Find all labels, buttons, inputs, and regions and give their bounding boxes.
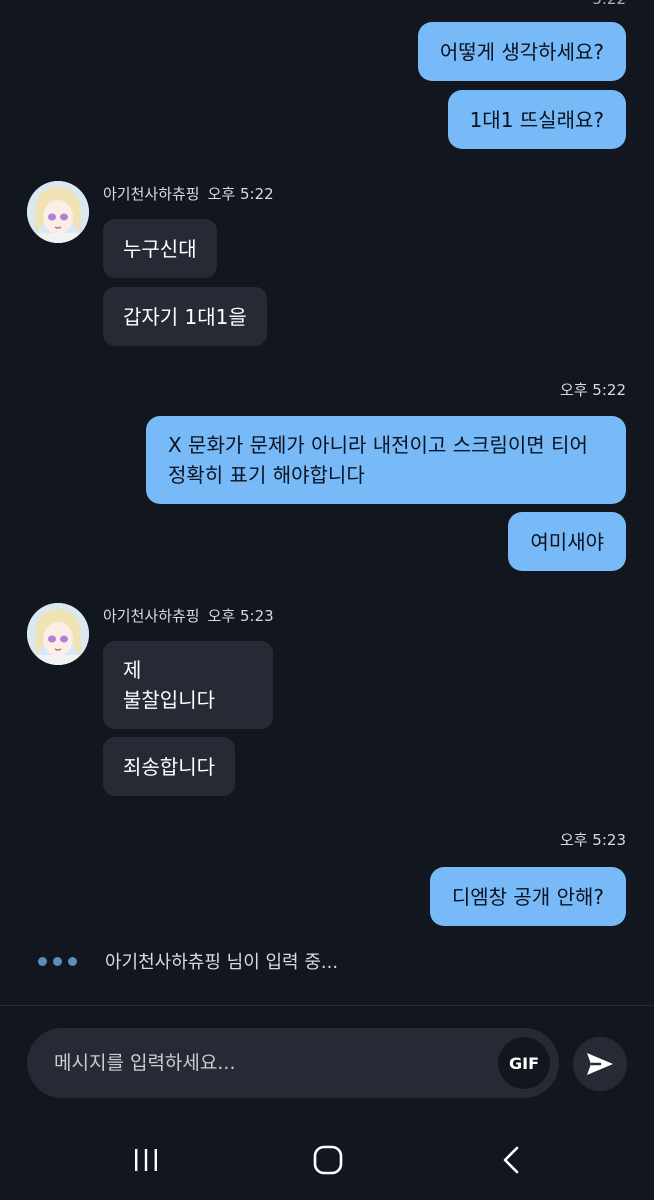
message-text: 누구신대: [123, 236, 197, 261]
message-outgoing[interactable]: X 문화가 문제가 아니라 내전이고 스크림이면 티어 정확히 표기 해야합니다: [146, 416, 626, 504]
send-button[interactable]: [573, 1037, 627, 1091]
sender-line: 아기천사하츄핑 오후 5:23: [103, 605, 274, 626]
message-text: 어떻게 생각하세요?: [439, 39, 604, 64]
message-incoming[interactable]: 누구신대: [103, 219, 217, 278]
gif-label: GIF: [508, 1053, 539, 1073]
composer-divider: [0, 1005, 654, 1006]
send-icon: [587, 1053, 613, 1075]
typing-dots-icon: [38, 956, 77, 966]
message-time: 오후 5:23: [207, 607, 274, 625]
message-text: 갑자기 1대1을: [123, 304, 247, 329]
message-time: 오후 5:22: [559, 381, 626, 399]
back-icon: [503, 1146, 519, 1174]
avatar[interactable]: [27, 603, 89, 665]
sender-line: 아기천사하츄핑 오후 5:22: [103, 183, 274, 204]
message-input[interactable]: [54, 1052, 498, 1074]
message-outgoing[interactable]: 여미새야: [508, 512, 626, 571]
gif-button[interactable]: GIF: [498, 1037, 550, 1089]
recent-apps-icon: [135, 1149, 157, 1171]
message-incoming[interactable]: 제 불찰입니다: [103, 641, 273, 729]
message-text: X 문화가 문제가 아니라 내전이고 스크림이면 티어 정확히 표기 해야합니다: [168, 433, 588, 487]
message-time: 오후 5:23: [559, 831, 626, 849]
chat-thread[interactable]: 5:22 어떻게 생각하세요? 1대1 뜨실래요? 아기천사하츄핑오후 5:22…: [0, 0, 654, 1005]
message-text: 죄송합니다: [123, 754, 215, 779]
typing-indicator: 아기천사하츄핑 님이 입력 중...: [38, 948, 338, 974]
message-incoming[interactable]: 갑자기 1대1을: [103, 287, 267, 346]
message-outgoing[interactable]: 1대1 뜨실래요?: [447, 90, 626, 149]
message-outgoing[interactable]: 디엠창 공개 안해?: [429, 867, 626, 926]
back-button[interactable]: [482, 1140, 542, 1180]
message-text: 디엠창 공개 안해?: [451, 884, 604, 909]
sender-name: 아기천사하츄핑: [103, 607, 200, 625]
sender-name: 아기천사하츄핑: [103, 185, 200, 203]
message-text: 여미새야: [530, 529, 604, 554]
avatar[interactable]: [27, 181, 89, 243]
home-button[interactable]: [298, 1140, 358, 1180]
message-time: 오후 5:22: [207, 185, 274, 203]
recent-apps-button[interactable]: [116, 1140, 176, 1180]
system-navigation-bar: [0, 1120, 654, 1200]
message-outgoing[interactable]: 어떻게 생각하세요?: [417, 22, 626, 81]
typing-text: 아기천사하츄핑 님이 입력 중...: [105, 952, 339, 973]
message-text: 1대1 뜨실래요?: [469, 107, 604, 132]
message-text: 제 불찰입니다: [123, 658, 215, 712]
avatar-image: [27, 181, 89, 243]
home-icon: [313, 1145, 343, 1175]
message-composer: GIF: [27, 1028, 559, 1098]
message-incoming[interactable]: 죄송합니다: [103, 737, 235, 796]
avatar-image: [27, 603, 89, 665]
timestamp-partial: 5:22: [592, 0, 626, 8]
